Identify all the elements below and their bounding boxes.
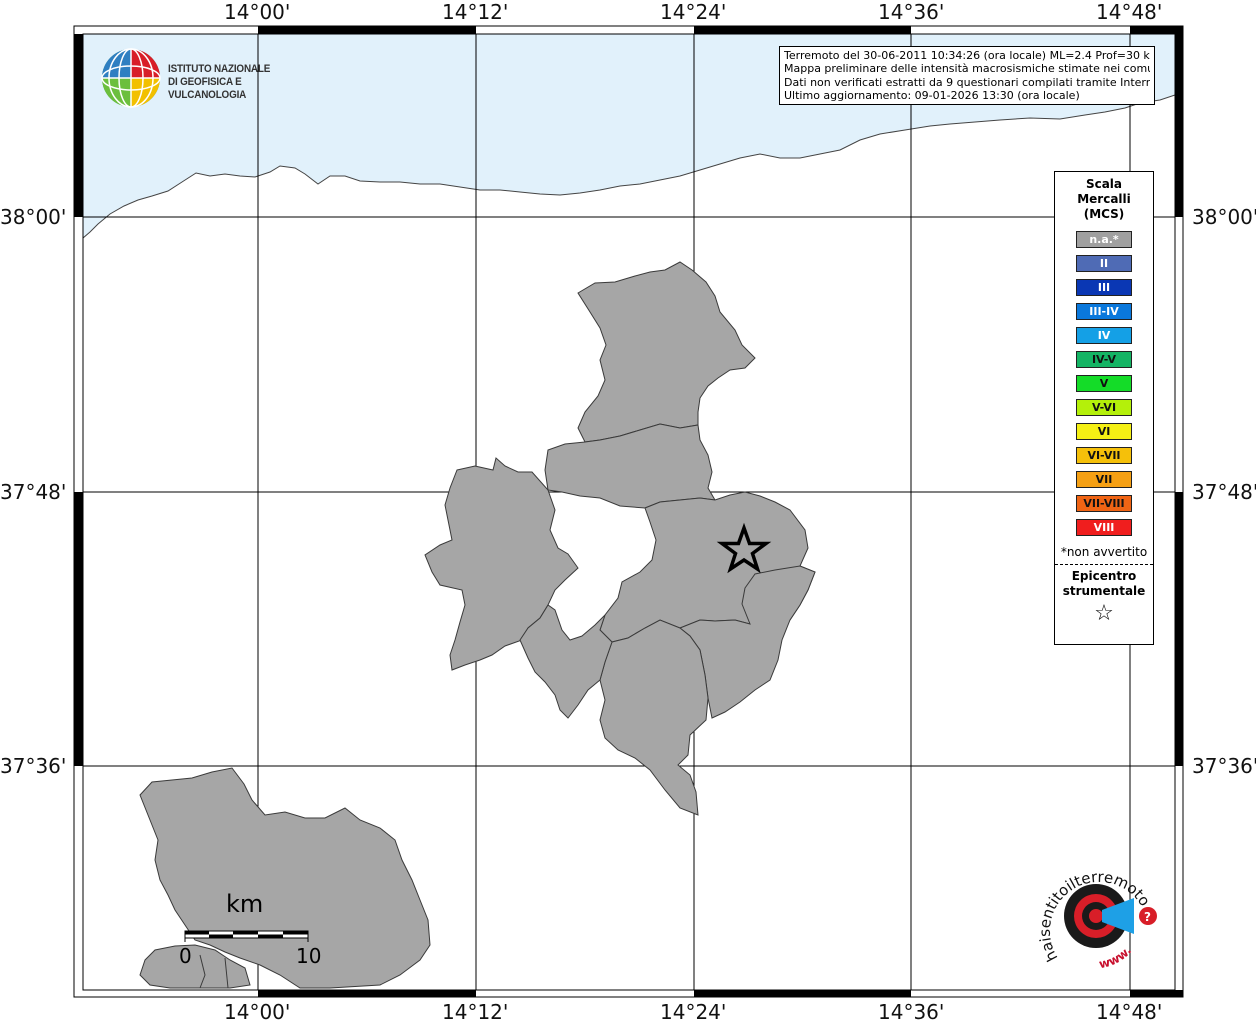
legend-swatch: n.a.* [1076,231,1132,248]
scale-end-label: 10 [296,944,322,968]
bottom-tick-label: 14°24' [660,1000,727,1024]
svg-text:?: ? [1144,910,1151,924]
legend-star-icon: ☆ [1094,601,1114,626]
bottom-tick-label: 14°12' [442,1000,509,1024]
event-info-box: Terremoto del 30-06-2011 10:34:26 (ora l… [779,46,1155,106]
legend-swatch: IV-V [1076,351,1132,368]
legend-swatch: III [1076,279,1132,296]
legend-swatch: VI [1076,423,1132,440]
ingv-name-line2: DI GEOFISICA E VULCANOLOGIA [168,76,247,101]
ingv-logo: ISTITUTO NAZIONALE DI GEOFISICA E VULCAN… [100,47,330,109]
event-info-line: Terremoto del 30-06-2011 10:34:26 (ora l… [784,49,1150,62]
haisentito-url-text: www. [1098,944,1135,972]
legend-swatch: VIII [1076,519,1132,536]
top-tick-label: 14°36' [878,0,945,24]
left-tick-label: 37°36' [0,754,67,778]
legend-swatch: VI-VII [1076,447,1132,464]
scale-unit-label: km [226,890,264,918]
legend-epicentre-line: Epicentro [1071,569,1137,583]
legend-items: n.a.* II III III-IV IV IV-V V V-VI VI VI-VII VII VI… [1055,231,1153,536]
right-tick-label: 38°00' [1192,205,1256,229]
bottom-tick-label: 14°36' [878,1000,945,1024]
legend-swatch: VII-VIII [1076,495,1132,512]
intensity-legend: Scala Mercalli (MCS) n.a.* II III III-IV IV I… [1054,171,1154,645]
legend-swatch: III-IV [1076,303,1132,320]
legend-title-line: (MCS) [1083,207,1125,221]
left-tick-label: 38°00' [0,205,67,229]
scale-start-label: 0 [179,944,192,968]
legend-note: *non avvertito [1060,545,1148,559]
top-tick-label: 14°24' [660,0,727,24]
event-info-line: Mappa preliminare delle intensità macros… [784,62,1150,76]
ingv-name-line1: ISTITUTO NAZIONALE [168,63,271,75]
legend-separator [1055,564,1153,565]
right-tick-label: 37°36' [1192,754,1256,778]
legend-swatch: V [1076,375,1132,392]
haisentito-badge-icon: haisentitoilterremoto.it www. ? [1027,844,1157,972]
legend-swatch: IV [1076,327,1132,344]
legend-epicentre-line: strumentale [1062,584,1146,598]
bottom-tick-label: 14°00' [224,1000,291,1024]
left-tick-label: 37°48' [0,480,67,504]
top-tick-label: 14°48' [1096,0,1163,24]
bottom-tick-label: 14°48' [1096,1000,1163,1024]
top-tick-label: 14°12' [442,0,509,24]
right-tick-label: 37°48' [1192,480,1256,504]
event-info-line: Ultimo aggiornamento: 09-01-2026 13:30 (… [784,88,1080,102]
legend-title-line: Mercalli [1077,192,1131,206]
top-tick-label: 14°00' [224,0,291,24]
legend-title: Scala Mercalli (MCS) [1055,177,1153,222]
legend-title-line: Scala [1085,177,1123,191]
legend-epicentre-label: Epicentro strumentale [1055,569,1153,599]
legend-swatch: V-VI [1076,399,1132,416]
ingv-globe-icon [101,48,161,108]
legend-swatch: VII [1076,471,1132,488]
haisentito-logo: haisentitoilterremoto.it www. ? [1027,844,1170,978]
event-info-line: Dati non verificati estratti da 9 questi… [784,75,1150,89]
legend-swatch: II [1076,255,1132,272]
